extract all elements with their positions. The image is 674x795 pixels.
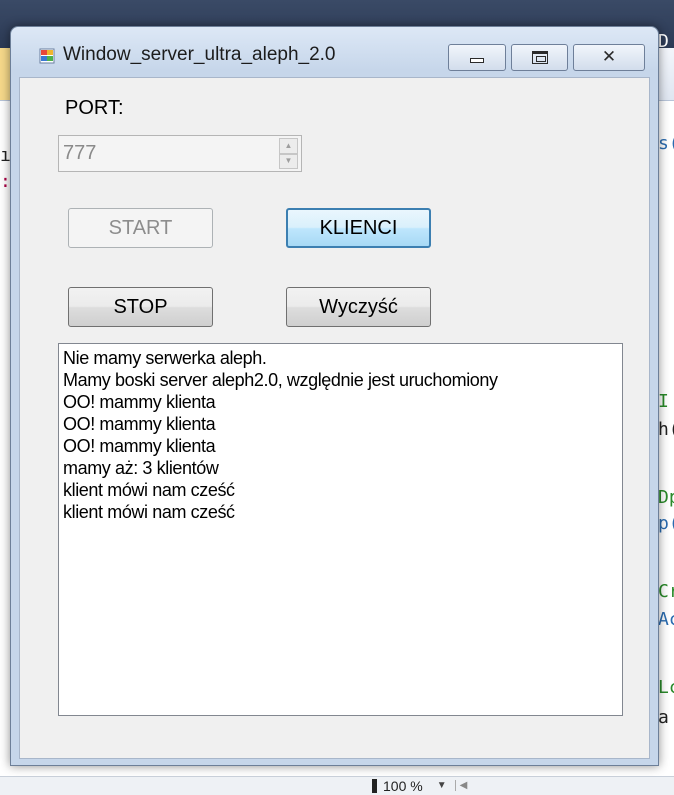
port-numeric-input[interactable]: 777 ▲ ▼ bbox=[58, 135, 302, 172]
spin-down-icon[interactable]: ▼ bbox=[279, 153, 298, 169]
log-line: klient mówi nam cześć bbox=[63, 480, 235, 500]
stop-button[interactable]: STOP bbox=[68, 287, 213, 327]
window-title: Window_server_ultra_aleph_2.0 bbox=[63, 44, 336, 65]
background-code-fragment: h( bbox=[658, 419, 674, 440]
app-window: Window_server_ultra_aleph_2.0 ✕ PORT: 77… bbox=[10, 26, 659, 766]
window-titlebar[interactable]: Window_server_ultra_aleph_2.0 ✕ bbox=[11, 27, 658, 71]
background-code-fragment: p( bbox=[658, 513, 674, 534]
zoom-marker bbox=[372, 778, 377, 793]
zoom-level: 100 % bbox=[383, 777, 423, 794]
background-code-fragment: a bbox=[658, 707, 669, 728]
scroll-left-icon[interactable]: ◀ bbox=[454, 780, 467, 791]
clients-button[interactable]: KLIENCI bbox=[286, 208, 431, 248]
background-code-fragment: Cr bbox=[658, 581, 674, 602]
log-line: OO! mammy klienta bbox=[63, 414, 216, 434]
background-code-fragment: s( bbox=[658, 133, 674, 154]
log-line: OO! mammy klienta bbox=[63, 392, 216, 412]
maximize-button[interactable] bbox=[511, 44, 568, 71]
start-button[interactable]: START bbox=[68, 208, 213, 248]
app-icon bbox=[39, 48, 55, 64]
port-value: 777 bbox=[63, 142, 97, 164]
log-line: klient mówi nam cześć bbox=[63, 502, 235, 522]
maximize-icon bbox=[531, 51, 548, 64]
background-code-fragment: Dp bbox=[658, 487, 674, 508]
spin-up-icon[interactable]: ▲ bbox=[279, 138, 298, 154]
port-label: PORT: bbox=[65, 97, 124, 119]
chevron-down-icon[interactable]: ▼ bbox=[437, 780, 447, 791]
background-statusbar bbox=[0, 776, 674, 795]
port-spin-buttons: ▲ ▼ bbox=[279, 138, 298, 169]
background-code-fragment: D bbox=[658, 31, 669, 52]
log-line: Nie mamy serwerka aleph. bbox=[63, 348, 267, 368]
log-line: mamy aż: 3 klientów bbox=[63, 458, 219, 478]
background-code-fragment: Ac bbox=[658, 609, 674, 630]
background-code-fragment: Lc bbox=[658, 677, 674, 698]
minimize-button[interactable] bbox=[448, 44, 506, 71]
log-textbox[interactable]: Nie mamy serwerka aleph. Mamy boski serv… bbox=[58, 343, 623, 716]
background-code-fragment: I bbox=[658, 391, 669, 412]
log-line: OO! mammy klienta bbox=[63, 436, 216, 456]
zoom-selector[interactable]: 100 % ▼ ◀ bbox=[372, 777, 467, 794]
minimize-icon bbox=[470, 58, 484, 63]
close-icon: ✕ bbox=[601, 47, 617, 67]
window-client-area: PORT: 777 ▲ ▼ START KLIENCI STOP Wyczyść… bbox=[19, 77, 650, 759]
close-button[interactable]: ✕ bbox=[573, 44, 645, 71]
clear-button[interactable]: Wyczyść bbox=[286, 287, 431, 327]
log-line: Mamy boski server aleph2.0, względnie je… bbox=[63, 370, 498, 390]
